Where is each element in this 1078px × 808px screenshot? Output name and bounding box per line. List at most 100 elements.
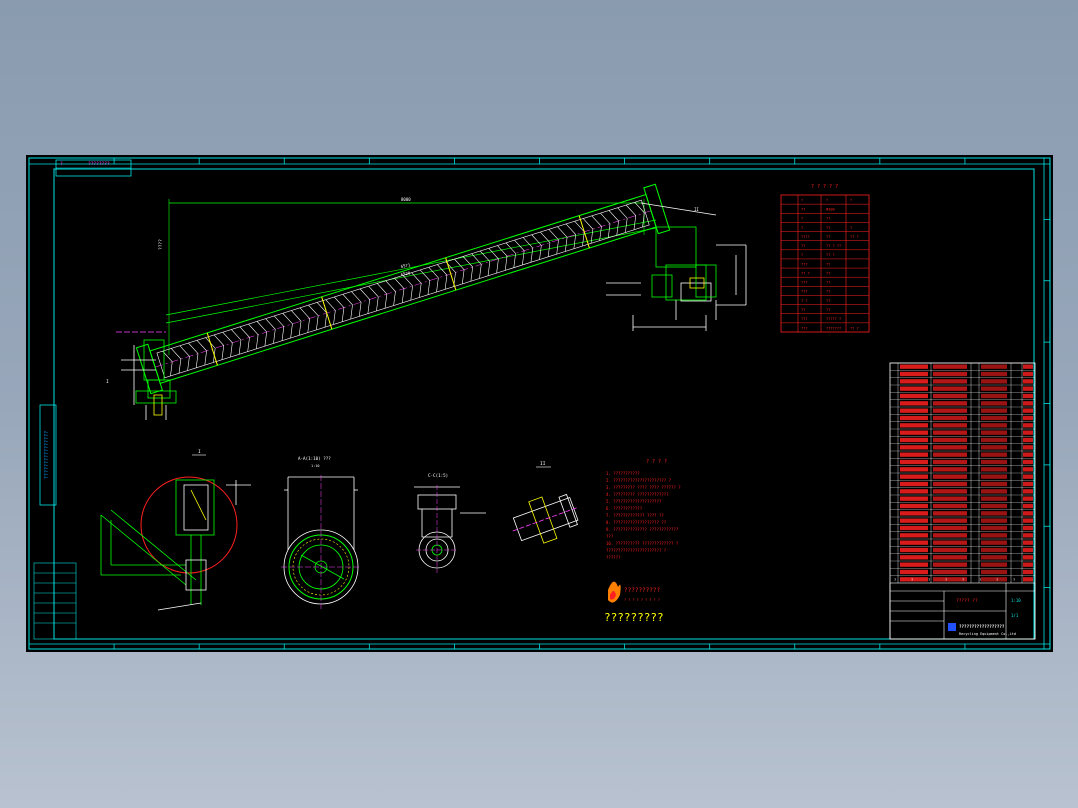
bom-row bbox=[900, 489, 928, 494]
bom-header-cell: ? bbox=[1013, 578, 1015, 582]
cad-drawing: ? ???????? ???????????????? 8000 ???? 65… bbox=[28, 157, 1051, 650]
params-cell: ?? bbox=[826, 217, 830, 221]
screw-trough bbox=[135, 183, 671, 395]
params-cell: ?? bbox=[801, 244, 805, 248]
cad-viewport[interactable]: ? ???????? ???????????????? 8000 ???? 65… bbox=[26, 155, 1053, 652]
tech-note-line: 7. ????????????? ???? ?? bbox=[606, 513, 664, 518]
logo-line-2: ? ? ? ? ? ? ? ? ? bbox=[624, 598, 660, 602]
tech-note-line: ??????????????????????? ? bbox=[606, 548, 667, 553]
section-2-label: A-A(1:10) ??? bbox=[298, 456, 331, 461]
params-rows: ????? Φ300??????????????? ????? ? ????? ?… bbox=[781, 195, 869, 332]
bom-rows: ???????? bbox=[890, 362, 1035, 583]
overall-dim: 8000 bbox=[401, 197, 411, 202]
title-strip-label: ???????? bbox=[88, 161, 110, 167]
left-vertical-text: ???????????????? bbox=[44, 431, 50, 479]
section-view-3: C-C(1:5) bbox=[414, 473, 486, 573]
detail-view-1: I bbox=[100, 449, 251, 611]
bom-header-cell: ? bbox=[996, 578, 998, 582]
scale-value: 1:10 bbox=[1011, 598, 1021, 603]
bom-row bbox=[900, 569, 928, 575]
tech-notes-title: ? ? ? ? bbox=[646, 459, 667, 465]
bom-row bbox=[900, 386, 928, 391]
params-cell: ???? bbox=[801, 235, 810, 239]
title-block bbox=[889, 582, 1036, 640]
bom-row bbox=[900, 379, 928, 384]
params-cell: ??? bbox=[801, 262, 808, 266]
bom-table: ???????? ????? ?? 1:10 1/1 ?????????????… bbox=[889, 362, 1036, 640]
params-table: ? ? ? ? ? ????? Φ300??????????????? ?????… bbox=[780, 184, 870, 333]
bom-row bbox=[900, 518, 928, 523]
tech-note-line: 3. ????????? ???? ???? ?????? ? bbox=[606, 485, 681, 490]
bom-header-cell: ? bbox=[945, 578, 947, 582]
tech-note-line: ??? bbox=[606, 534, 614, 539]
tech-notes: ? ? ? ? 1. ??????????? 2. ???????????????… bbox=[606, 459, 681, 560]
bom-row bbox=[900, 371, 928, 377]
params-cell: ? bbox=[801, 226, 803, 230]
company-logo-icon bbox=[948, 623, 956, 631]
params-cell: ?? ? bbox=[850, 235, 859, 239]
bom-row bbox=[900, 467, 928, 472]
params-cell: ? bbox=[850, 198, 852, 202]
params-cell: ?? bbox=[826, 271, 830, 275]
bom-row bbox=[900, 459, 928, 465]
params-cell: ?? bbox=[826, 226, 830, 230]
params-cell: ??? bbox=[801, 326, 808, 330]
section-view-4: II bbox=[512, 461, 579, 544]
title-strip-marker: ? bbox=[60, 161, 63, 167]
tech-note-line: 1. ??????????? bbox=[606, 471, 640, 476]
left-bottom-table bbox=[33, 562, 77, 640]
params-cell: ?? ? bbox=[826, 253, 835, 257]
tech-note-line: 8. ??????????????????? ?? bbox=[606, 520, 667, 525]
bom-row bbox=[900, 437, 928, 443]
bom-row bbox=[900, 401, 928, 406]
bom-header-cell: ? bbox=[962, 578, 964, 582]
params-cell: ?? bbox=[826, 235, 830, 239]
tech-note-line: 6. ???????????? bbox=[606, 506, 643, 511]
sheet-value: 1/1 bbox=[1011, 613, 1019, 618]
logo-line-1: ?????????? bbox=[624, 587, 661, 594]
params-title: ? ? ? ? ? bbox=[811, 184, 838, 190]
params-cell: ?? bbox=[826, 262, 830, 266]
params-cell: ?? ? bbox=[801, 271, 810, 275]
section-4-label: II bbox=[540, 461, 546, 467]
tail-assembly: I bbox=[106, 331, 177, 420]
bom-header-cell: ? bbox=[979, 578, 981, 582]
svg-text:I: I bbox=[106, 379, 109, 385]
bom-row bbox=[900, 423, 928, 428]
params-cell: ?? bbox=[801, 208, 805, 212]
params-cell: ? bbox=[850, 226, 852, 230]
params-cell: ?? ? bbox=[850, 326, 859, 330]
bom-row bbox=[900, 445, 928, 450]
params-cell: ?? bbox=[826, 281, 830, 285]
params-cell: ? bbox=[826, 198, 828, 202]
bom-row bbox=[900, 452, 928, 457]
section-2-scale: 1:10 bbox=[311, 464, 319, 468]
logo-bottom: ????????? bbox=[604, 611, 664, 624]
bom-row bbox=[900, 540, 928, 545]
bom-row bbox=[900, 503, 928, 509]
bom-row bbox=[900, 525, 928, 531]
company-name-en: Recycling Equipment Co.,Ltd bbox=[959, 632, 1016, 636]
tech-note-line: 2. ?????????????????????? ? bbox=[606, 478, 672, 483]
logo-block: ?????????? ? ? ? ? ? ? ? ? ? ????????? bbox=[604, 581, 664, 624]
bom-row bbox=[900, 364, 928, 369]
bom-header-cell: ? bbox=[928, 578, 930, 582]
bom-row bbox=[900, 408, 928, 413]
bom-row bbox=[900, 393, 928, 399]
params-cell: ??????? bbox=[826, 326, 841, 330]
params-cell: ??? bbox=[801, 290, 808, 294]
tech-note-line: 5. ???????????????????? bbox=[606, 499, 662, 504]
main-view: 8000 ???? 6571 6520 I II bbox=[106, 183, 747, 420]
bom-row bbox=[900, 496, 928, 501]
params-cell: ?? bbox=[826, 290, 830, 294]
svg-text:II: II bbox=[694, 207, 699, 212]
bom-row bbox=[900, 547, 928, 553]
section-3-label: C-C(1:5) bbox=[428, 473, 448, 478]
company-name: ?????????????????? bbox=[959, 624, 1005, 629]
tech-note-line: 9. ?????????????? ???????????? bbox=[606, 527, 679, 532]
params-cell: ??? bbox=[801, 281, 808, 285]
bom-row bbox=[900, 533, 928, 538]
drawing-name: ????? ?? bbox=[956, 598, 978, 604]
drive-assembly: II bbox=[606, 202, 747, 331]
bom-row bbox=[900, 415, 928, 421]
